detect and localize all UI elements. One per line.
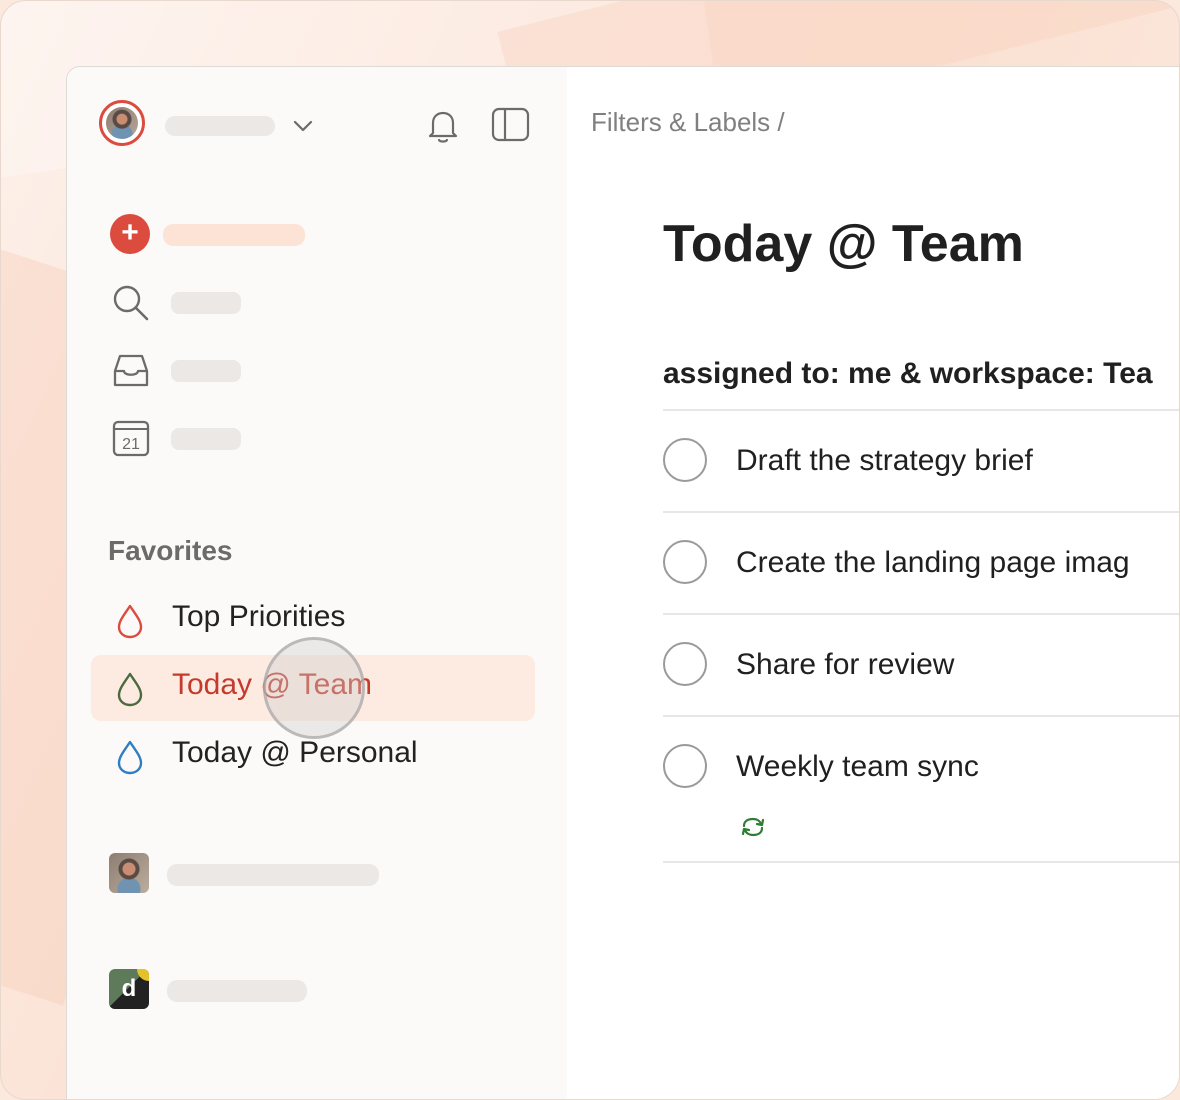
inbox-label-placeholder: [171, 360, 241, 382]
search-label-placeholder: [171, 292, 241, 314]
user-avatar[interactable]: [99, 100, 145, 146]
sidebar: + 21 Favorites Top Priorities Today @ Te…: [67, 67, 567, 1099]
task-divider: [663, 511, 1179, 513]
page-title: Today @ Team: [663, 215, 1024, 273]
task-title[interactable]: Create the landing page imag: [736, 546, 1130, 580]
favorite-item-today-personal[interactable]: Today @ Personal: [91, 723, 535, 789]
add-task-label-placeholder: [163, 224, 305, 246]
favorite-label: Today @ Team: [172, 668, 372, 701]
task-divider: [663, 861, 1179, 863]
filter-query: assigned to: me & workspace: Tea: [663, 357, 1153, 390]
background-frame: + 21 Favorites Top Priorities Today @ Te…: [0, 0, 1180, 1100]
task-checkbox[interactable]: [663, 642, 707, 686]
bell-icon[interactable]: [425, 107, 461, 145]
favorite-item-top-priorities[interactable]: Top Priorities: [91, 587, 535, 653]
task-title[interactable]: Share for review: [736, 648, 954, 682]
chevron-down-icon[interactable]: [291, 116, 315, 136]
drop-icon: [117, 604, 143, 639]
app-window: + 21 Favorites Top Priorities Today @ Te…: [66, 66, 1179, 1099]
workspace-logo-letter: d: [121, 975, 137, 1002]
team-workspace-logo[interactable]: d: [109, 969, 149, 1009]
favorite-item-today-team[interactable]: Today @ Team: [91, 655, 535, 721]
add-task-button[interactable]: +: [110, 214, 150, 254]
drop-icon: [117, 672, 143, 707]
favorites-heading: Favorites: [108, 535, 233, 566]
task-checkbox[interactable]: [663, 540, 707, 584]
task-checkbox[interactable]: [663, 438, 707, 482]
inbox-icon[interactable]: [111, 351, 151, 391]
personal-workspace-avatar[interactable]: [109, 853, 149, 893]
task-checkbox[interactable]: [663, 744, 707, 788]
task-divider: [663, 715, 1179, 717]
favorite-label: Top Priorities: [172, 600, 346, 633]
recurring-icon: [741, 817, 765, 837]
today-label-placeholder: [171, 428, 241, 450]
sidebar-toggle-icon[interactable]: [491, 107, 531, 143]
breadcrumb[interactable]: Filters & Labels /: [591, 107, 785, 138]
calendar-icon[interactable]: 21: [111, 418, 151, 458]
username-placeholder: [165, 116, 275, 136]
logo-corner: [137, 969, 149, 981]
svg-text:21: 21: [122, 436, 140, 453]
favorite-label: Today @ Personal: [172, 736, 418, 769]
task-title[interactable]: Weekly team sync: [736, 750, 979, 784]
workspace-name-placeholder: [167, 980, 307, 1002]
drop-icon: [117, 740, 143, 775]
workspace-name-placeholder: [167, 864, 379, 886]
task-title[interactable]: Draft the strategy brief: [736, 444, 1033, 478]
task-divider: [663, 613, 1179, 615]
search-icon[interactable]: [111, 283, 151, 323]
main-content: Filters & Labels / Today @ Team assigned…: [567, 67, 1179, 1099]
avatar-image: [106, 107, 138, 139]
section-divider: [663, 409, 1179, 411]
